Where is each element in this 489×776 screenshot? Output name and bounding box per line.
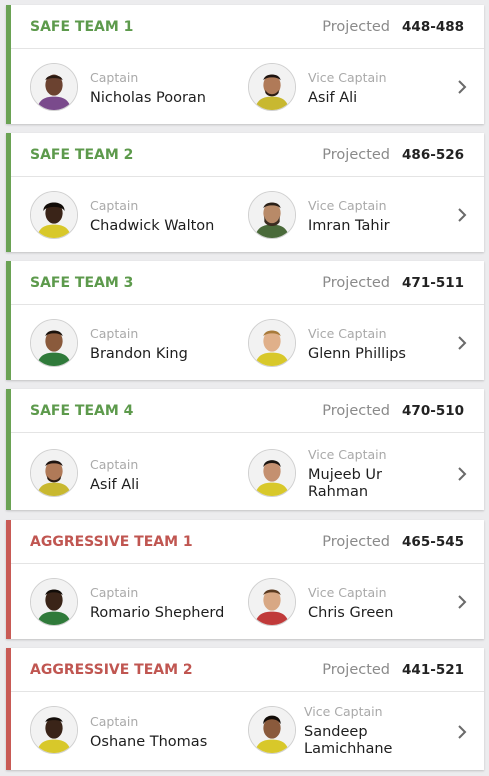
team-name: SAFE TEAM 2 [30,146,134,163]
projected-score: Projected 465-545 [322,534,464,550]
vice-captain-role-label: Vice Captain [308,585,387,600]
vice-captain-name: Glenn Phillips [308,346,406,362]
vice-captain-role-label: Vice Captain [308,198,387,213]
chevron-right-icon[interactable] [456,594,468,610]
captain-role-label: Captain [90,198,139,213]
vice-captain-avatar [248,191,296,239]
projected-score: Projected 470-510 [322,403,464,419]
vice-captain-avatar [248,319,296,367]
vice-captain-role-label: Vice Captain [308,326,387,341]
vice-captain-avatar [248,449,296,497]
captain-avatar [30,449,78,497]
team-card-safe-1[interactable]: SAFE TEAM 1 Projected 448-488 Captain Ni… [6,5,484,124]
projected-score: Projected 448-488 [322,19,464,35]
team-card-body: Captain Asif Ali Vice Captain Mujeeb Ur … [11,433,484,510]
vice-captain-avatar [248,578,296,626]
captain-name: Brandon King [90,346,188,362]
captain-avatar [30,63,78,111]
captain-role-label: Captain [90,714,139,729]
projected-value: 471-511 [402,274,464,291]
team-card-safe-2[interactable]: SAFE TEAM 2 Projected 486-526 Captain Ch… [6,133,484,252]
team-card-body: Captain Romario Shepherd Vice Captain Ch… [11,564,484,639]
team-name: AGGRESSIVE TEAM 2 [30,661,193,678]
vice-captain-name: Mujeeb Ur Rahman [308,467,382,500]
captain-name: Oshane Thomas [90,734,208,750]
chevron-right-icon[interactable] [456,79,468,95]
captain-role-label: Captain [90,585,139,600]
projected-value: 486-526 [402,146,464,163]
vice-captain-name: Sandeep Lamichhane [304,724,393,757]
team-card-header: SAFE TEAM 2 Projected 486-526 [11,133,484,177]
captain-role-label: Captain [90,326,139,341]
projected-label: Projected [322,274,391,291]
projected-value: 448-488 [402,18,464,35]
vice-captain-role-label: Vice Captain [308,70,387,85]
vice-captain-avatar [248,706,296,754]
vice-captain-avatar [248,63,296,111]
vice-captain-name: Asif Ali [308,90,358,106]
vice-captain-name: Imran Tahir [308,218,390,234]
team-card-safe-4[interactable]: SAFE TEAM 4 Projected 470-510 Captain As… [6,389,484,510]
captain-role-label: Captain [90,70,139,85]
projected-score: Projected 441-521 [322,662,464,678]
vice-captain-role-label: Vice Captain [304,704,383,719]
projected-score: Projected 471-511 [322,275,464,291]
team-card-aggressive-2[interactable]: AGGRESSIVE TEAM 2 Projected 441-521 Capt… [6,648,484,770]
team-card-aggressive-1[interactable]: AGGRESSIVE TEAM 1 Projected 465-545 Capt… [6,520,484,639]
projected-label: Projected [322,146,391,163]
team-name: SAFE TEAM 3 [30,274,134,291]
projected-label: Projected [322,661,391,678]
team-name: AGGRESSIVE TEAM 1 [30,533,193,550]
team-name: SAFE TEAM 4 [30,402,134,419]
team-card-header: SAFE TEAM 1 Projected 448-488 [11,5,484,49]
captain-avatar [30,319,78,367]
captain-name: Romario Shepherd [90,605,225,621]
chevron-right-icon[interactable] [456,724,468,740]
team-card-body: Captain Chadwick Walton Vice Captain Imr… [11,177,484,252]
captain-avatar [30,706,78,754]
team-card-header: SAFE TEAM 3 Projected 471-511 [11,261,484,305]
captain-name: Asif Ali [90,477,140,493]
team-card-body: Captain Oshane Thomas Vice Captain Sande… [11,692,484,770]
captain-name: Nicholas Pooran [90,90,206,106]
chevron-right-icon[interactable] [456,466,468,482]
captain-name: Chadwick Walton [90,218,215,234]
chevron-right-icon[interactable] [456,335,468,351]
team-card-header: AGGRESSIVE TEAM 2 Projected 441-521 [11,648,484,692]
projected-label: Projected [322,533,391,550]
captain-avatar [30,578,78,626]
projected-value: 441-521 [402,661,464,678]
projected-label: Projected [322,18,391,35]
chevron-right-icon[interactable] [456,207,468,223]
projected-value: 470-510 [402,402,464,419]
team-card-header: SAFE TEAM 4 Projected 470-510 [11,389,484,433]
vice-captain-role-label: Vice Captain [308,447,387,462]
team-card-header: AGGRESSIVE TEAM 1 Projected 465-545 [11,520,484,564]
captain-role-label: Captain [90,457,139,472]
team-card-body: Captain Brandon King Vice Captain Glenn … [11,305,484,380]
team-name: SAFE TEAM 1 [30,18,134,35]
projected-score: Projected 486-526 [322,147,464,163]
projected-label: Projected [322,402,391,419]
team-card-body: Captain Nicholas Pooran Vice Captain Asi… [11,49,484,124]
vice-captain-name: Chris Green [308,605,394,621]
projected-value: 465-545 [402,533,464,550]
captain-avatar [30,191,78,239]
team-card-safe-3[interactable]: SAFE TEAM 3 Projected 471-511 Captain Br… [6,261,484,380]
